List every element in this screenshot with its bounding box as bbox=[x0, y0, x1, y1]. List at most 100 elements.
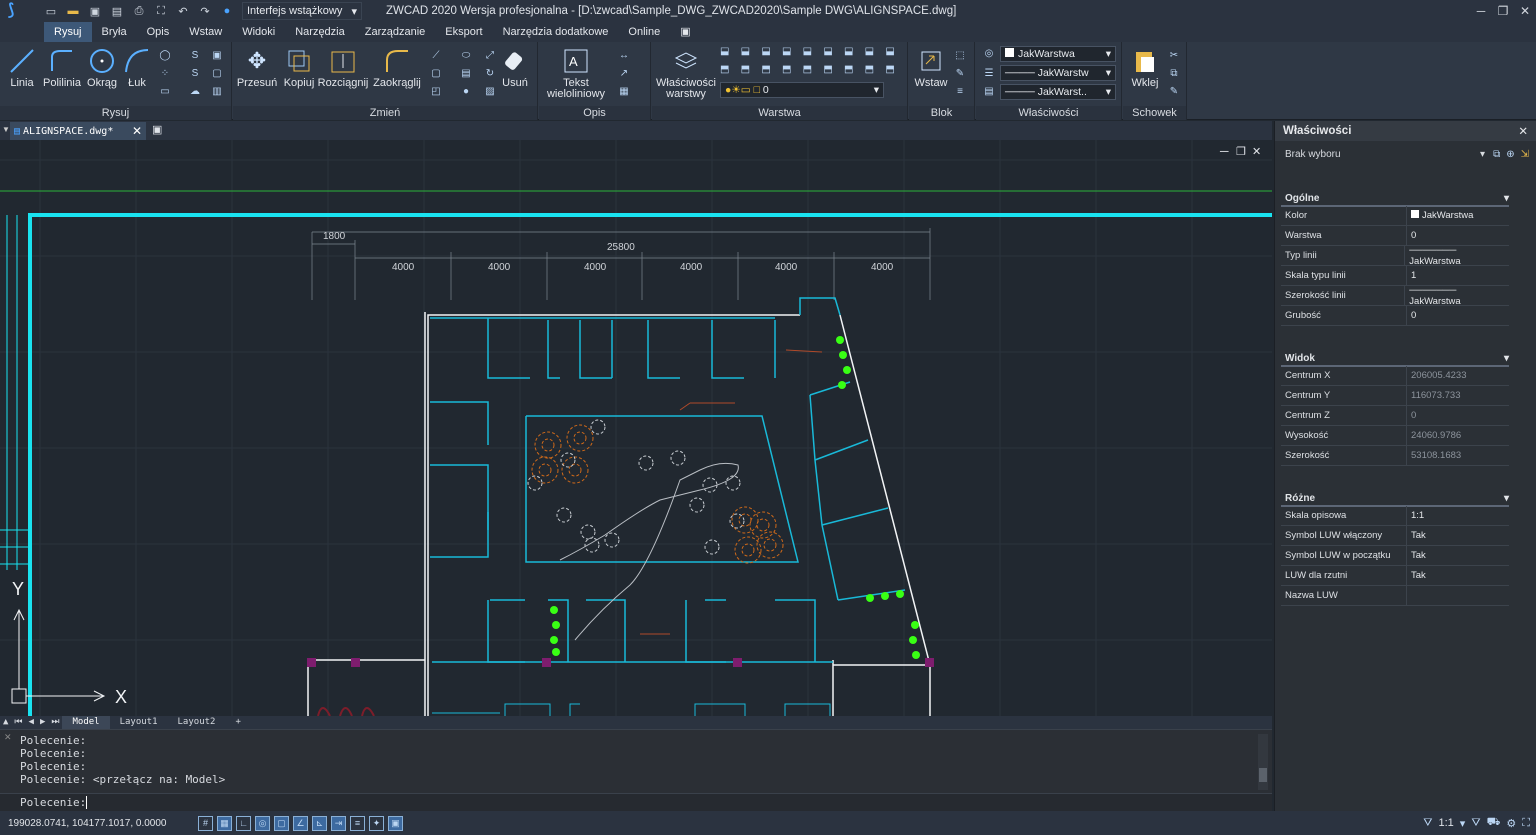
format-painter-icon[interactable]: ✎ bbox=[1167, 84, 1181, 98]
save-as-icon[interactable]: ▤ bbox=[110, 4, 124, 18]
transparency-icon[interactable]: ✦ bbox=[369, 815, 384, 831]
select-objects-icon[interactable]: ⊕ bbox=[1506, 149, 1514, 160]
layer-tool-icon[interactable]: ⬒ bbox=[885, 64, 904, 80]
layer-tool-icon[interactable]: ⬓ bbox=[844, 46, 863, 62]
command-scrollbar[interactable] bbox=[1258, 734, 1268, 790]
lineweight-icon[interactable]: ▤ bbox=[982, 84, 996, 98]
close-icon[interactable]: ✕ bbox=[1518, 124, 1528, 138]
first-tab-icon[interactable]: ⏮ bbox=[11, 716, 25, 729]
restore-icon[interactable]: ❐ bbox=[1492, 0, 1514, 22]
trim-icon[interactable]: ⟋ bbox=[429, 48, 443, 62]
clean-screen-icon[interactable]: ⛶ bbox=[1522, 817, 1530, 830]
layer-tool-icon[interactable]: ⬒ bbox=[761, 64, 780, 80]
dyn-ucs-icon[interactable]: ⊾ bbox=[312, 815, 327, 831]
auto-scale-icon[interactable]: ⛛ bbox=[1471, 817, 1480, 830]
chevron-down-icon[interactable]: ▾ bbox=[1460, 817, 1466, 830]
prop-row-color[interactable]: Kolor JakWarstwa bbox=[1281, 205, 1509, 226]
boundary-icon[interactable]: ▢ bbox=[210, 66, 224, 80]
join-icon[interactable]: ● bbox=[459, 84, 473, 98]
new-file-icon[interactable]: ▭ bbox=[44, 4, 58, 18]
annotation-scale[interactable]: 1:1 bbox=[1439, 817, 1454, 829]
prop-row-ltscale[interactable]: Skala typu linii 1 bbox=[1281, 265, 1509, 286]
close-icon[interactable]: ✕ bbox=[132, 124, 142, 138]
layer-tool-icon[interactable]: ⬓ bbox=[741, 46, 760, 62]
prop-row-ucs-viewport[interactable]: LUW dla rzutni Tak bbox=[1281, 565, 1509, 586]
selection-cycling-icon[interactable]: ▣ bbox=[388, 815, 403, 831]
toggle-pickadd-icon[interactable]: ⇲ bbox=[1521, 149, 1529, 160]
viewport-restore-icon[interactable]: ❐ bbox=[1236, 146, 1246, 158]
copy-clip-icon[interactable]: ⧉ bbox=[1167, 66, 1181, 80]
tab-eksport[interactable]: Eksport bbox=[435, 22, 492, 42]
tab-wstaw[interactable]: Wstaw bbox=[179, 22, 232, 42]
spline-icon[interactable]: S bbox=[188, 48, 202, 62]
leader-icon[interactable]: ↗ bbox=[617, 66, 631, 80]
layer-tool-icon[interactable]: ⬓ bbox=[885, 46, 904, 62]
mirror-icon[interactable]: ▢ bbox=[429, 66, 443, 80]
color-select[interactable]: JakWarstwa ▾ bbox=[1000, 46, 1116, 62]
layer-tool-icon[interactable]: ⬒ bbox=[865, 64, 884, 80]
prop-row-height[interactable]: Wysokość 24060.9786 bbox=[1281, 425, 1509, 446]
linetype-select[interactable]: ──── JakWarstw ▾ bbox=[1000, 65, 1116, 81]
point-icon[interactable]: ⁘ bbox=[158, 66, 172, 80]
offset-icon[interactable]: ⬭ bbox=[459, 48, 473, 62]
tab-narzedzia-dodatkowe[interactable]: Narzędzia dodatkowe bbox=[493, 22, 619, 42]
new-tab-icon[interactable]: ▣ bbox=[152, 123, 168, 138]
prop-row-lineweight[interactable]: Szerokość linii ─────── JakWarstwa bbox=[1281, 285, 1509, 307]
layer-tool-icon[interactable]: ⬓ bbox=[761, 46, 780, 62]
dyn-input-icon[interactable]: ⇥ bbox=[331, 815, 346, 831]
prev-tab-icon[interactable]: ◀ bbox=[26, 716, 37, 729]
lineweight-select[interactable]: ──── JakWarst.. ▾ bbox=[1000, 84, 1116, 100]
match-properties-icon[interactable]: ◎ bbox=[982, 46, 996, 60]
linetype-icon[interactable]: ☰ bbox=[982, 66, 996, 80]
layer-tool-icon[interactable]: ⬒ bbox=[720, 64, 739, 80]
prop-row-width[interactable]: Szerokość 53108.1683 bbox=[1281, 445, 1509, 466]
prop-row-ucs-name[interactable]: Nazwa LUW bbox=[1281, 585, 1509, 606]
table-icon[interactable]: ▦ bbox=[617, 84, 631, 98]
viewport-close-icon[interactable]: ✕ bbox=[1252, 146, 1261, 158]
mtext-button[interactable]: A Tekst wieloliniowy bbox=[545, 46, 607, 100]
osnap-icon[interactable]: ▢ bbox=[274, 815, 289, 831]
close-icon[interactable]: ✕ bbox=[4, 732, 12, 743]
redo-icon[interactable]: ↷ bbox=[198, 4, 212, 18]
workspace-switch-icon[interactable]: ⛟ bbox=[1487, 816, 1501, 830]
array-icon[interactable]: ▤ bbox=[459, 66, 473, 80]
annotation-visibility-icon[interactable]: ⛛ bbox=[1423, 817, 1432, 830]
cut-icon[interactable]: ✂ bbox=[1167, 48, 1181, 62]
drawing-svg[interactable]: 1800 25800 4000 4000 4000 4000 4000 4000 bbox=[0, 140, 1272, 716]
workspace-select[interactable]: Interfejs wstążkowy ▾ bbox=[242, 2, 362, 20]
dimension-icon[interactable]: ↔ bbox=[617, 48, 631, 62]
ortho-icon[interactable]: ∟ bbox=[236, 815, 251, 831]
ribbon-minimize-icon[interactable]: ▣ bbox=[670, 22, 700, 42]
insert-block-button[interactable]: Wstaw bbox=[911, 46, 951, 89]
tab-menu-icon[interactable]: ▼ bbox=[2, 125, 10, 134]
prop-row-ucs-origin[interactable]: Symbol LUW w początku Tak bbox=[1281, 545, 1509, 566]
open-folder-icon[interactable]: ▬ bbox=[66, 4, 80, 18]
layer-tool-icon[interactable]: ⬓ bbox=[803, 46, 822, 62]
prop-row-ucs-on[interactable]: Symbol LUW włączony Tak bbox=[1281, 525, 1509, 546]
stretch-button[interactable]: Rozciągnij bbox=[318, 46, 368, 89]
arc-button[interactable]: Łuk bbox=[117, 46, 157, 89]
tab-layout2[interactable]: Layout2 bbox=[168, 716, 226, 729]
selection-select[interactable]: Brak wyboru ▾ ⧉ ⊕ ⇲ bbox=[1281, 145, 1529, 163]
tab-widoki[interactable]: Widoki bbox=[232, 22, 285, 42]
fillet-button[interactable]: Zaokrąglij bbox=[373, 46, 421, 89]
scroll-up-icon[interactable]: ▲ bbox=[0, 716, 11, 729]
settings-gear-icon[interactable]: ⚙ bbox=[1506, 817, 1516, 830]
quick-select-icon[interactable]: ⧉ bbox=[1493, 149, 1500, 160]
save-icon[interactable]: ▣ bbox=[88, 4, 102, 18]
tab-narzedzia[interactable]: Narzędzia bbox=[285, 22, 355, 42]
tab-rysuj[interactable]: Rysuj bbox=[44, 22, 92, 42]
polar-icon[interactable]: ◎ bbox=[255, 815, 270, 831]
attribute-icon[interactable]: ≡ bbox=[953, 84, 967, 98]
layer-tool-icon[interactable]: ⬓ bbox=[865, 46, 884, 62]
lineweight-toggle-icon[interactable]: ≡ bbox=[350, 815, 365, 831]
tab-zarzadzanie[interactable]: Zarządzanie bbox=[355, 22, 436, 42]
edit-block-icon[interactable]: ✎ bbox=[953, 66, 967, 80]
next-tab-icon[interactable]: ▶ bbox=[37, 716, 48, 729]
layer-tool-icon[interactable]: ⬒ bbox=[782, 64, 801, 80]
layer-tool-icon[interactable]: ⬒ bbox=[803, 64, 822, 80]
create-block-icon[interactable]: ⬚ bbox=[953, 48, 967, 62]
otrack-icon[interactable]: ∠ bbox=[293, 815, 308, 831]
command-input-row[interactable]: Polecenie: bbox=[0, 793, 1272, 811]
tab-bryla[interactable]: Bryła bbox=[92, 22, 137, 42]
